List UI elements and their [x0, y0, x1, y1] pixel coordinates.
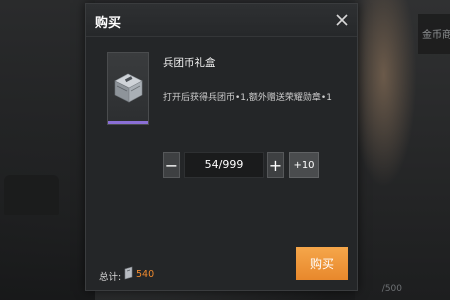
background-soldier-left	[0, 0, 95, 300]
close-icon	[336, 14, 348, 26]
minus-icon: −	[164, 155, 179, 175]
background-counter: /500	[381, 284, 402, 294]
token-icon	[124, 266, 133, 280]
background-vehicle	[4, 175, 59, 215]
rarity-bar	[108, 121, 148, 124]
item-description: 打开后获得兵团币•1,额外赠送荣耀勋章•1	[163, 93, 332, 103]
plus-icon: +	[268, 155, 283, 175]
dialog-title: 购买	[95, 16, 122, 31]
item-thumbnail	[107, 52, 149, 125]
decrease-quantity-button[interactable]: −	[163, 152, 180, 178]
increase-quantity-button[interactable]: +	[267, 152, 284, 178]
background-shop-tab: 金币商	[418, 14, 450, 54]
buy-button[interactable]: 购买	[296, 247, 348, 280]
close-button[interactable]	[330, 8, 354, 32]
plus-ten-label: +10	[293, 159, 315, 171]
background-shop-tab-label: 金币商	[422, 30, 450, 41]
supply-box-icon	[114, 73, 143, 103]
item-name: 兵团币礼盒	[163, 57, 216, 69]
dialog-header: 购买	[86, 4, 357, 37]
total-label: 总计:	[99, 272, 122, 283]
buy-button-label: 购买	[309, 257, 334, 271]
total-price: 540	[136, 269, 155, 280]
increase-by-ten-button[interactable]: +10	[289, 152, 319, 178]
quantity-field[interactable]: 54/999	[184, 152, 264, 178]
purchase-dialog: 购买 兵团币礼盒 打开后获得兵团币•1,额外赠送荣耀勋章•1 − 54/999 …	[85, 3, 358, 291]
